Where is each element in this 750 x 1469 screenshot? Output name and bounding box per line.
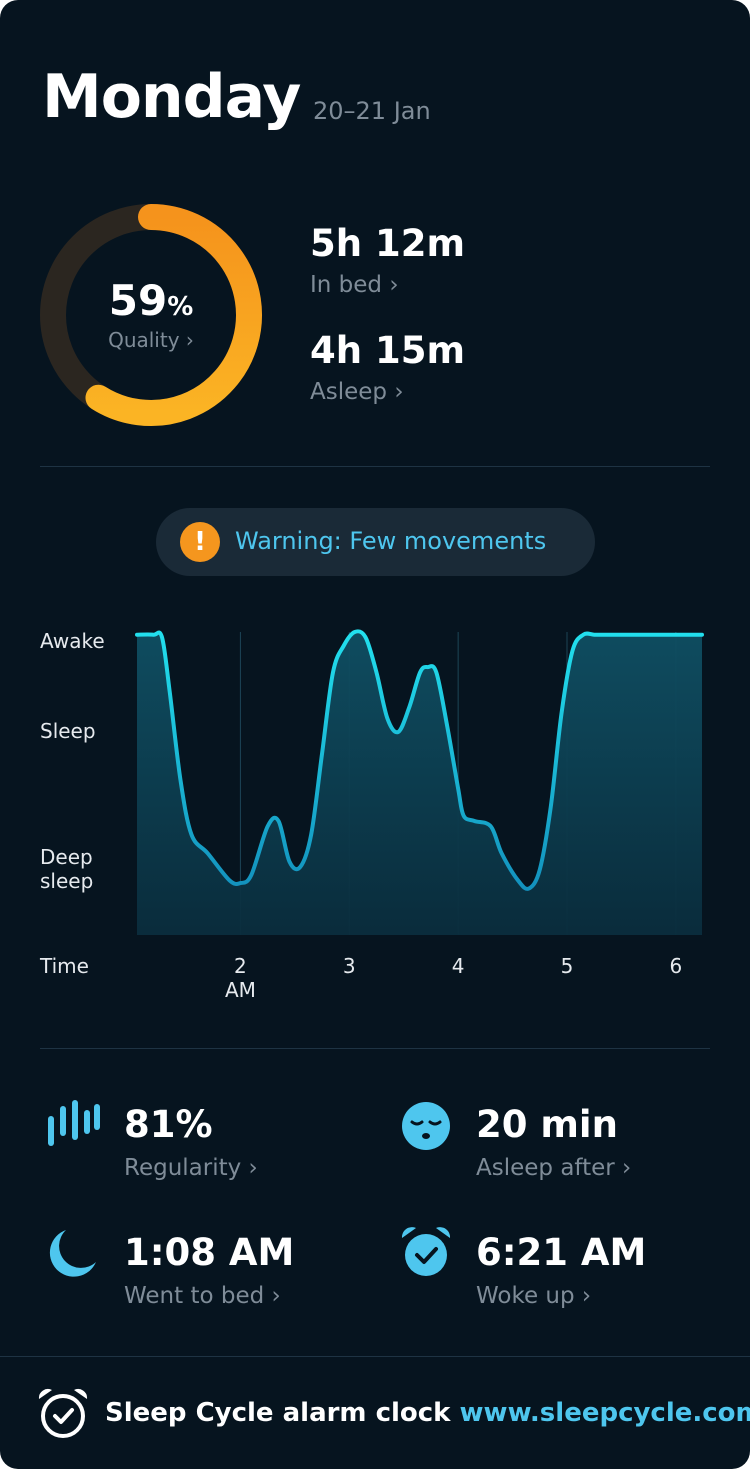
went-to-bed-label[interactable]: Went to bed › <box>124 1283 281 1309</box>
warning-banner[interactable]: ! Warning: Few movements <box>156 508 595 576</box>
x-tick-label: 6 <box>669 954 683 978</box>
regularity-bars-icon <box>48 1100 100 1146</box>
moon-icon <box>49 1230 96 1277</box>
warning-text: Warning: Few movements <box>235 527 547 555</box>
x-tick-label: 4 <box>451 954 465 978</box>
footer-divider <box>0 1356 750 1357</box>
regularity-label[interactable]: Regularity › <box>124 1155 258 1181</box>
woke-up-value: 6:21 AM <box>476 1231 647 1274</box>
sleep-summary-card: Monday 20–21 Jan 59% Quality › 5h 12m In… <box>0 0 750 1469</box>
alarm-clock-logo-icon <box>38 1389 88 1438</box>
x-axis-title: Time <box>40 954 89 978</box>
x-tick-label: 3 <box>342 954 356 978</box>
footer-link[interactable]: www.sleepcycle.com <box>460 1398 750 1428</box>
went-to-bed-value: 1:08 AM <box>124 1231 295 1274</box>
x-tick-label: 5 <box>560 954 574 978</box>
footer-text: Sleep Cycle alarm clock www.sleepcycle.c… <box>105 1398 750 1428</box>
divider <box>40 466 710 467</box>
quality-percent: 59% <box>108 276 194 325</box>
in-bed-label[interactable]: In bed › <box>310 272 399 298</box>
divider <box>40 1048 710 1049</box>
woke-up-label[interactable]: Woke up › <box>476 1283 591 1309</box>
regularity-value: 81% <box>124 1103 213 1146</box>
in-bed-value: 5h 12m <box>310 222 466 265</box>
asleep-label[interactable]: Asleep › <box>310 379 404 405</box>
quality-label[interactable]: Quality › <box>38 328 264 352</box>
asleep-value: 4h 15m <box>310 329 466 372</box>
footer-brand: Sleep Cycle alarm clock <box>105 1398 451 1428</box>
exclamation-icon: ! <box>180 522 220 562</box>
date-range: 20–21 Jan <box>313 97 431 125</box>
x-tick-sublabel: AM <box>224 978 256 1002</box>
asleep-after-label[interactable]: Asleep after › <box>476 1155 631 1181</box>
asleep-after-value: 20 min <box>476 1103 618 1146</box>
x-tick-label: 2 AM <box>210 954 270 1002</box>
day-title: Monday <box>42 62 301 132</box>
alarm-clock-check-icon <box>401 1227 451 1276</box>
sleepy-face-icon <box>402 1102 450 1150</box>
